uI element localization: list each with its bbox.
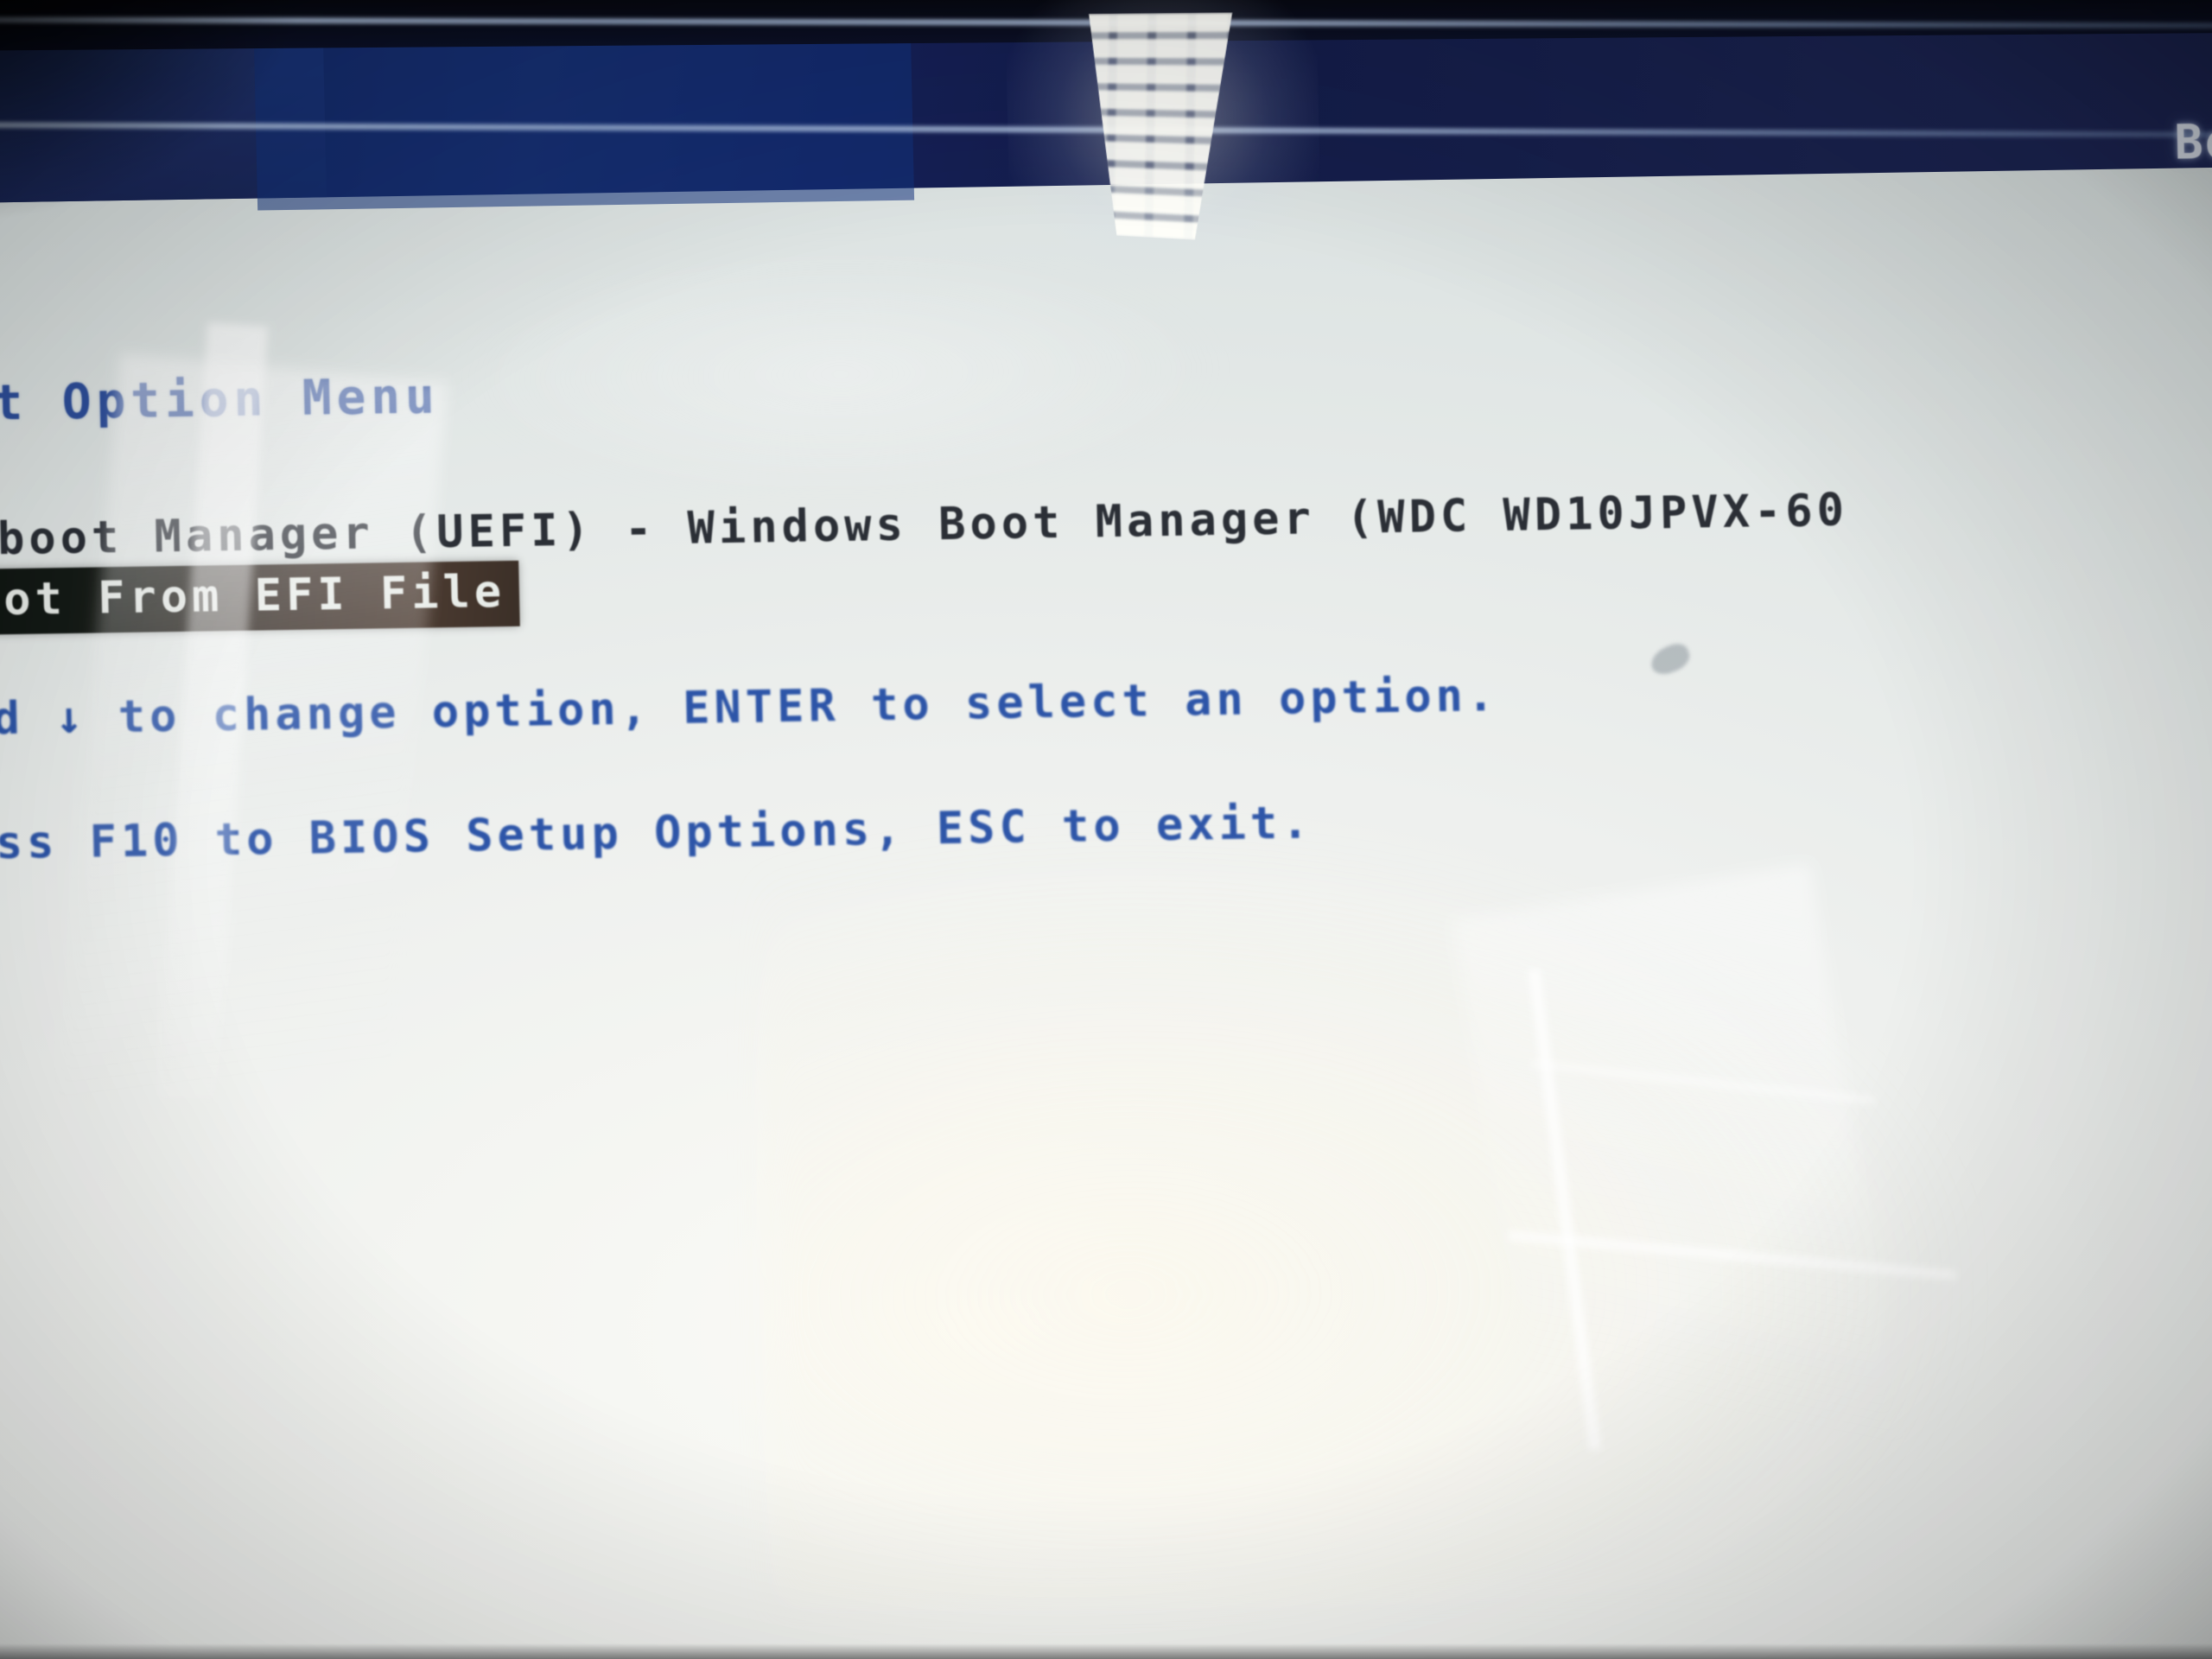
glare-right-horizontal-line	[1508, 1230, 1957, 1281]
glare-right-vertical-line	[1528, 969, 1602, 1451]
glare-right-reflection	[1451, 863, 1907, 1518]
hint-change-option: and ↓ to change option, ENTER to select …	[0, 670, 1499, 747]
glare-right-horizontal-line-2	[1530, 1059, 1876, 1105]
bios-screen-body: Boot oot Option Menu S boot Manager (UEF…	[0, 0, 2212, 1659]
glare-lower-warm	[755, 814, 1982, 1611]
hint-setup-and-exit: ress F10 to BIOS Setup Options, ESC to e…	[0, 797, 1314, 871]
boot-option-boot-from-efi-file[interactable]: oot From EFI File	[0, 560, 520, 636]
boot-option-os-boot-manager[interactable]: S boot Manager (UEFI) - Windows Boot Man…	[0, 485, 1849, 567]
screen-surface: Boot oot Option Menu S boot Manager (UEF…	[0, 0, 2212, 1659]
screen-smudge	[1647, 639, 1694, 679]
glare-upper	[448, 238, 1232, 510]
page-title: oot Option Menu	[0, 368, 441, 433]
photographed-screen: Boot oot Option Menu S boot Manager (UEF…	[0, 0, 2212, 1659]
header-title: Boot	[2173, 112, 2212, 170]
